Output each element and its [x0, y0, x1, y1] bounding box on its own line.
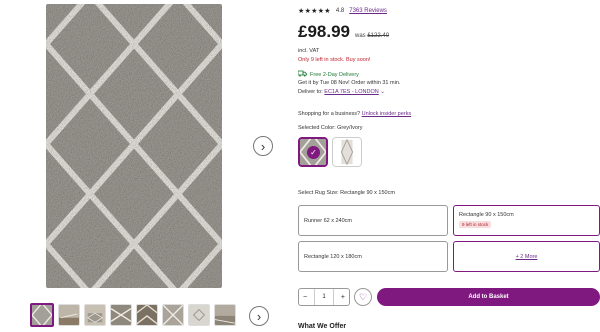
deliver-to: Deliver to: EC1A 7ES - LONDON ⌄ [298, 89, 385, 95]
rating-row: ★★★★★ 4.8 7363 Reviews [298, 7, 387, 15]
was-price: £122.40 [367, 33, 390, 39]
free-delivery: Free 2-Day Delivery [297, 70, 359, 79]
thumbnail-strip [30, 303, 236, 327]
thumbnail[interactable] [58, 304, 80, 326]
insider-perks-link[interactable]: Unlock insider perks [362, 111, 412, 117]
increase-quantity-button[interactable]: + [341, 294, 345, 301]
quantity-stepper: − 1 + [298, 288, 350, 306]
thumbnail[interactable] [110, 304, 132, 326]
stock-badge: 9 left in stock [459, 221, 492, 228]
star-rating-icon: ★★★★★ [298, 8, 331, 15]
business-promo: Shopping for a business? Unlock insider … [298, 111, 412, 117]
color-swatch-grey-ivory[interactable]: ✓ [298, 137, 328, 167]
size-option-rectangle-120x180[interactable]: Rectangle 120 x 180cm [298, 241, 448, 272]
truck-icon [297, 70, 307, 79]
selected-color-label: Selected Color: Grey/Ivory [298, 125, 363, 131]
size-option-rectangle-90x150[interactable]: Rectangle 90 x 150cm 9 left in stock [453, 205, 600, 236]
color-swatch-ivory-grey[interactable] [332, 137, 362, 167]
was-price-label: was £122.40 [355, 33, 390, 39]
thumbnail[interactable] [30, 303, 54, 327]
next-thumbnails-button[interactable]: › [249, 306, 269, 326]
size-label: Select Rug Size: Rectangle 90 x 150cm [298, 190, 395, 196]
more-sizes-button[interactable]: + 2 More [453, 241, 600, 272]
chevron-right-icon: › [256, 308, 262, 324]
thumbnail[interactable] [84, 304, 106, 326]
color-swatches: ✓ [298, 137, 362, 167]
heart-icon: ♡ [358, 291, 368, 302]
add-to-basket-button[interactable]: Add to Basket [377, 288, 600, 306]
thumbnail[interactable] [162, 304, 184, 326]
what-we-offer-heading: What We Offer [298, 323, 347, 330]
main-product-image[interactable] [46, 4, 222, 288]
current-price: £98.99 [298, 22, 350, 41]
vat-note: incl. VAT [298, 48, 320, 54]
wishlist-button[interactable]: ♡ [354, 288, 372, 306]
price-row: £98.99 was £122.40 [298, 22, 389, 42]
stock-warning: Only 9 left in stock. Buy soon! [298, 57, 371, 63]
thumbnail[interactable] [188, 304, 210, 326]
delivery-estimate: Get it by Tue 08 Nov! Order within 31 mi… [298, 80, 401, 86]
chevron-right-icon: › [260, 138, 266, 154]
thumbnail[interactable] [214, 304, 236, 326]
thumbnail[interactable] [136, 304, 158, 326]
size-option-runner[interactable]: Runner 62 x 240cm [298, 205, 448, 236]
reviews-link[interactable]: 7363 Reviews [349, 8, 387, 14]
check-icon: ✓ [307, 146, 320, 159]
next-image-button[interactable]: › [253, 136, 273, 156]
decrease-quantity-button[interactable]: − [303, 294, 307, 301]
delivery-location-link[interactable]: EC1A 7ES - LONDON [324, 89, 378, 95]
free-delivery-text: Free 2-Day Delivery [310, 71, 359, 78]
quantity-value[interactable]: 1 [314, 289, 334, 305]
chevron-down-icon[interactable]: ⌄ [380, 89, 385, 95]
rating-value: 4.8 [335, 8, 345, 14]
